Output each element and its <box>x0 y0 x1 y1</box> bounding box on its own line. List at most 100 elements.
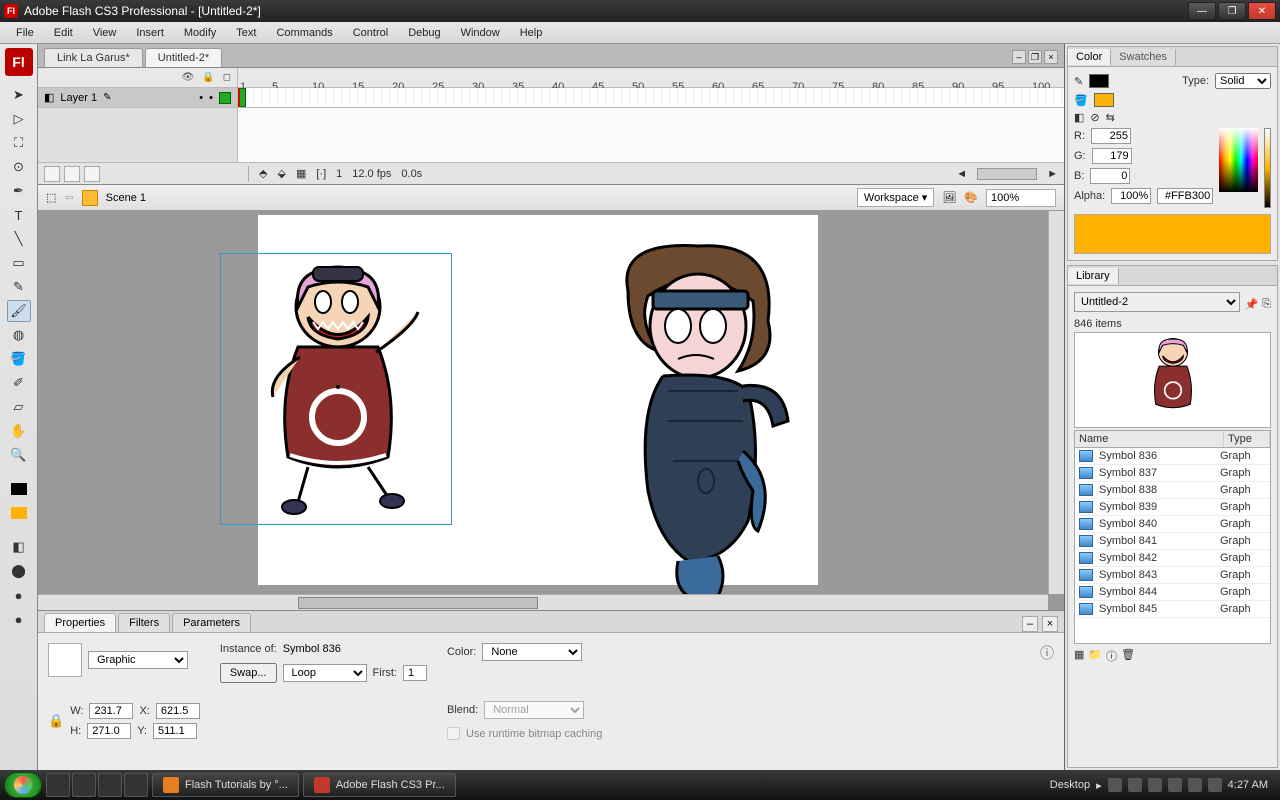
g-input[interactable] <box>1092 148 1132 164</box>
color-spectrum[interactable] <box>1219 128 1257 192</box>
menu-help[interactable]: Help <box>510 27 553 39</box>
pencil-tool[interactable]: ✎ <box>7 276 31 298</box>
lasso-tool[interactable]: ⊙ <box>7 156 31 178</box>
doc-tab-1[interactable]: Untitled-2* <box>145 48 222 67</box>
menu-view[interactable]: View <box>83 27 127 39</box>
ink-bottle-tool[interactable]: ◍ <box>7 324 31 346</box>
edit-symbol-button[interactable]: 🎨 <box>964 191 978 204</box>
menu-modify[interactable]: Modify <box>174 27 226 39</box>
library-item[interactable]: Symbol 839Graph <box>1075 499 1270 516</box>
onion-outline-icon[interactable]: ⬙ <box>277 167 285 180</box>
lock-icon[interactable]: 🔒 <box>48 713 64 729</box>
ql-icon-2[interactable] <box>72 773 96 797</box>
properties-icon[interactable]: ⓘ <box>1106 648 1117 664</box>
brightness-slider[interactable] <box>1264 128 1271 208</box>
brush-shape[interactable]: ● <box>7 608 31 630</box>
library-item[interactable]: Symbol 836Graph <box>1075 448 1270 465</box>
paint-bucket-tool[interactable]: 🪣 <box>7 348 31 370</box>
character-2[interactable] <box>578 231 818 601</box>
loop-select[interactable]: Loop <box>283 664 367 682</box>
layer-row[interactable]: ◧ Layer 1 ✎ •• <box>38 88 238 107</box>
tray-icon[interactable] <box>1188 778 1202 792</box>
hand-tool[interactable]: ✋ <box>7 420 31 442</box>
tray-icon[interactable] <box>1208 778 1222 792</box>
eraser-tool[interactable]: ▱ <box>7 396 31 418</box>
tray-icon[interactable] <box>1128 778 1142 792</box>
new-layer-button[interactable] <box>44 166 60 182</box>
free-transform-tool[interactable]: ⛶ <box>7 132 31 154</box>
doc-restore-icon[interactable]: ❐ <box>1028 50 1042 64</box>
doc-minimize-icon[interactable]: – <box>1012 50 1026 64</box>
library-item[interactable]: Symbol 845Graph <box>1075 601 1270 618</box>
text-tool[interactable]: T <box>7 204 31 226</box>
menu-insert[interactable]: Insert <box>126 27 174 39</box>
new-folder-button[interactable] <box>64 166 80 182</box>
first-frame-input[interactable] <box>403 665 427 681</box>
fill-icon[interactable]: 🪣 <box>1074 94 1088 107</box>
selection-tool[interactable]: ➤ <box>7 84 31 106</box>
library-list-header[interactable]: Name Type <box>1074 430 1271 448</box>
lock-icon[interactable]: 🔒 <box>202 72 214 83</box>
color-effect-select[interactable]: None <box>482 643 582 661</box>
nocolor-icon[interactable]: ⊘ <box>1090 111 1099 124</box>
delete-layer-button[interactable] <box>84 166 100 182</box>
library-item[interactable]: Symbol 840Graph <box>1075 516 1270 533</box>
doc-close-icon[interactable]: × <box>1044 50 1058 64</box>
maximize-button[interactable]: ❐ <box>1218 2 1246 20</box>
eye-icon[interactable]: 👁 <box>182 72 195 83</box>
ql-icon-4[interactable] <box>124 773 148 797</box>
swap-button[interactable]: Swap... <box>220 663 277 683</box>
stroke-icon[interactable]: ✎ <box>1074 75 1083 88</box>
task-flash[interactable]: Adobe Flash CS3 Pr... <box>303 773 456 797</box>
width-input[interactable] <box>89 703 133 719</box>
library-doc-select[interactable]: Untitled-2 <box>1074 292 1240 312</box>
tab-library[interactable]: Library <box>1068 268 1119 284</box>
panel-close-icon[interactable]: × <box>1042 616 1058 632</box>
minimize-button[interactable]: — <box>1188 2 1216 20</box>
new-symbol-icon[interactable]: ▦ <box>1074 648 1084 664</box>
stroke-swatch[interactable] <box>1089 74 1109 88</box>
y-input[interactable] <box>153 723 197 739</box>
scrollbar-horizontal[interactable] <box>38 594 1048 610</box>
tray-icon[interactable] <box>1148 778 1162 792</box>
stroke-color[interactable] <box>7 478 31 500</box>
onion-skin-icon[interactable]: ⬘ <box>259 167 267 180</box>
ql-icon-3[interactable] <box>98 773 122 797</box>
r-input[interactable] <box>1091 128 1131 144</box>
x-input[interactable] <box>156 703 200 719</box>
library-item[interactable]: Symbol 837Graph <box>1075 465 1270 482</box>
frames-area[interactable] <box>238 88 1064 107</box>
swap-colors-icon[interactable]: ⇆ <box>1106 111 1115 124</box>
edit-multiple-icon[interactable]: ▦ <box>296 167 306 180</box>
menu-debug[interactable]: Debug <box>398 27 450 39</box>
tray-icon[interactable] <box>1108 778 1122 792</box>
b-input[interactable] <box>1090 168 1130 184</box>
ql-icon-1[interactable] <box>46 773 70 797</box>
subselection-tool[interactable]: ▷ <box>7 108 31 130</box>
panel-minimize-icon[interactable]: – <box>1022 616 1038 632</box>
tool-option-1[interactable]: ◧ <box>7 536 31 558</box>
task-firefox[interactable]: Flash Tutorials by °... <box>152 773 299 797</box>
tray-icon[interactable] <box>1168 778 1182 792</box>
alpha-input[interactable] <box>1111 188 1151 204</box>
start-button[interactable] <box>4 772 42 798</box>
library-list[interactable]: Symbol 836GraphSymbol 837GraphSymbol 838… <box>1074 448 1271 644</box>
pen-tool[interactable]: ✒ <box>7 180 31 202</box>
menu-edit[interactable]: Edit <box>44 27 83 39</box>
tab-parameters[interactable]: Parameters <box>172 613 251 632</box>
modify-markers-icon[interactable]: [·] <box>316 168 326 180</box>
menu-control[interactable]: Control <box>343 27 398 39</box>
tab-filters[interactable]: Filters <box>118 613 170 632</box>
menu-window[interactable]: Window <box>451 27 510 39</box>
fill-type-select[interactable]: Solid <box>1215 73 1271 89</box>
new-library-icon[interactable]: ⎘ <box>1262 298 1271 311</box>
help-icon[interactable]: ⓘ <box>1040 643 1054 663</box>
desktop-label[interactable]: Desktop <box>1050 779 1090 791</box>
tab-properties[interactable]: Properties <box>44 613 116 632</box>
scrollbar-vertical[interactable] <box>1048 211 1064 594</box>
rectangle-tool[interactable]: ▭ <box>7 252 31 274</box>
menu-text[interactable]: Text <box>226 27 266 39</box>
zoom-tool[interactable]: 🔍 <box>7 444 31 466</box>
scene-name[interactable]: Scene 1 <box>106 192 146 204</box>
new-folder-icon[interactable]: 📁 <box>1088 648 1102 664</box>
